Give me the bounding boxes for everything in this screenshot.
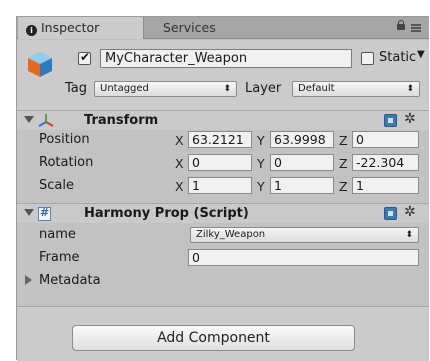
position-label: Position bbox=[39, 132, 90, 147]
help-icon[interactable] bbox=[384, 207, 397, 220]
rotation-y-field[interactable]: 0 bbox=[270, 154, 334, 171]
script-name-value: Zilky_Weapon bbox=[196, 229, 266, 240]
static-dropdown-arrow-icon[interactable]: ▼ bbox=[417, 49, 425, 60]
tab-tools bbox=[393, 20, 423, 35]
position-x-label: X bbox=[175, 133, 184, 148]
add-component-button[interactable]: Add Component bbox=[72, 325, 355, 351]
tab-services[interactable]: Services bbox=[155, 17, 224, 39]
script-name-dropdown-arrow-icon: ⬍ bbox=[405, 230, 413, 240]
tab-inspector[interactable]: i Inspector bbox=[18, 17, 144, 39]
position-z-label: Z bbox=[339, 133, 348, 148]
position-z-field[interactable]: 0 bbox=[352, 131, 419, 148]
gear-icon[interactable]: ✲ bbox=[404, 204, 416, 220]
inspector-panel: i Inspector Services MyCharacter_Weapon S… bbox=[16, 16, 429, 361]
metadata-foldout[interactable]: Metadata bbox=[17, 271, 429, 291]
tab-services-label: Services bbox=[163, 20, 216, 35]
game-object-header: MyCharacter_Weapon Static ▼ Tag Untagged… bbox=[17, 40, 429, 115]
layer-label: Layer bbox=[245, 81, 282, 96]
frame-field[interactable]: 0 bbox=[188, 249, 419, 266]
fold-arrow-icon[interactable] bbox=[24, 209, 34, 216]
tab-inspector-label: Inspector bbox=[41, 20, 100, 35]
foldout-arrow-icon[interactable] bbox=[25, 275, 32, 285]
tab-bar: i Inspector Services bbox=[17, 17, 429, 39]
cube-icon bbox=[28, 52, 52, 77]
active-checkbox[interactable] bbox=[78, 50, 91, 65]
rotation-y-label: Y bbox=[257, 156, 265, 171]
fold-arrow-icon[interactable] bbox=[24, 116, 34, 123]
object-name-field[interactable]: MyCharacter_Weapon bbox=[100, 49, 352, 68]
tag-dropdown[interactable]: Untagged ⬍ bbox=[94, 81, 237, 97]
rotation-x-label: X bbox=[175, 156, 184, 171]
help-icon[interactable] bbox=[384, 114, 397, 127]
gear-icon[interactable]: ✲ bbox=[404, 111, 416, 127]
add-component-area: Add Component bbox=[17, 306, 429, 361]
static-label: Static bbox=[379, 50, 417, 65]
transform-header[interactable]: Transform ✲ bbox=[17, 110, 429, 130]
lock-icon[interactable] bbox=[397, 20, 405, 30]
metadata-label: Metadata bbox=[39, 273, 101, 288]
scale-y-label: Y bbox=[257, 179, 265, 194]
layer-dropdown-arrow-icon: ⬍ bbox=[406, 84, 414, 94]
harmony-prop-header[interactable]: Harmony Prop (Script) ✲ bbox=[17, 203, 429, 223]
rotation-z-field[interactable]: -22.304 bbox=[352, 154, 419, 171]
transform-icon bbox=[38, 114, 54, 127]
rotation-label: Rotation bbox=[39, 155, 94, 170]
tag-value: Untagged bbox=[100, 83, 149, 94]
layer-value: Default bbox=[298, 83, 335, 94]
script-name-label: name bbox=[39, 227, 76, 242]
scale-label: Scale bbox=[39, 178, 74, 193]
scale-x-field[interactable]: 1 bbox=[188, 177, 252, 194]
tag-dropdown-arrow-icon: ⬍ bbox=[223, 84, 231, 94]
script-name-dropdown[interactable]: Zilky_Weapon ⬍ bbox=[190, 227, 419, 243]
frame-label: Frame bbox=[39, 250, 80, 265]
scale-x-label: X bbox=[175, 179, 184, 194]
scale-z-label: Z bbox=[339, 179, 348, 194]
position-y-label: Y bbox=[257, 133, 265, 148]
tag-label: Tag bbox=[65, 81, 88, 96]
rotation-x-field[interactable]: 0 bbox=[188, 154, 252, 171]
rotation-z-label: Z bbox=[339, 156, 348, 171]
info-icon: i bbox=[26, 25, 37, 36]
harmony-prop-title: Harmony Prop (Script) bbox=[84, 206, 249, 221]
transform-title: Transform bbox=[84, 113, 159, 128]
menu-icon[interactable] bbox=[411, 24, 421, 32]
scale-y-field[interactable]: 1 bbox=[270, 177, 334, 194]
script-icon bbox=[38, 206, 51, 221]
layer-dropdown[interactable]: Default ⬍ bbox=[292, 81, 420, 97]
static-checkbox[interactable] bbox=[361, 52, 374, 65]
position-x-field[interactable]: 63.2121 bbox=[188, 131, 252, 148]
scale-z-field[interactable]: 1 bbox=[352, 177, 419, 194]
position-y-field[interactable]: 63.9998 bbox=[270, 131, 334, 148]
